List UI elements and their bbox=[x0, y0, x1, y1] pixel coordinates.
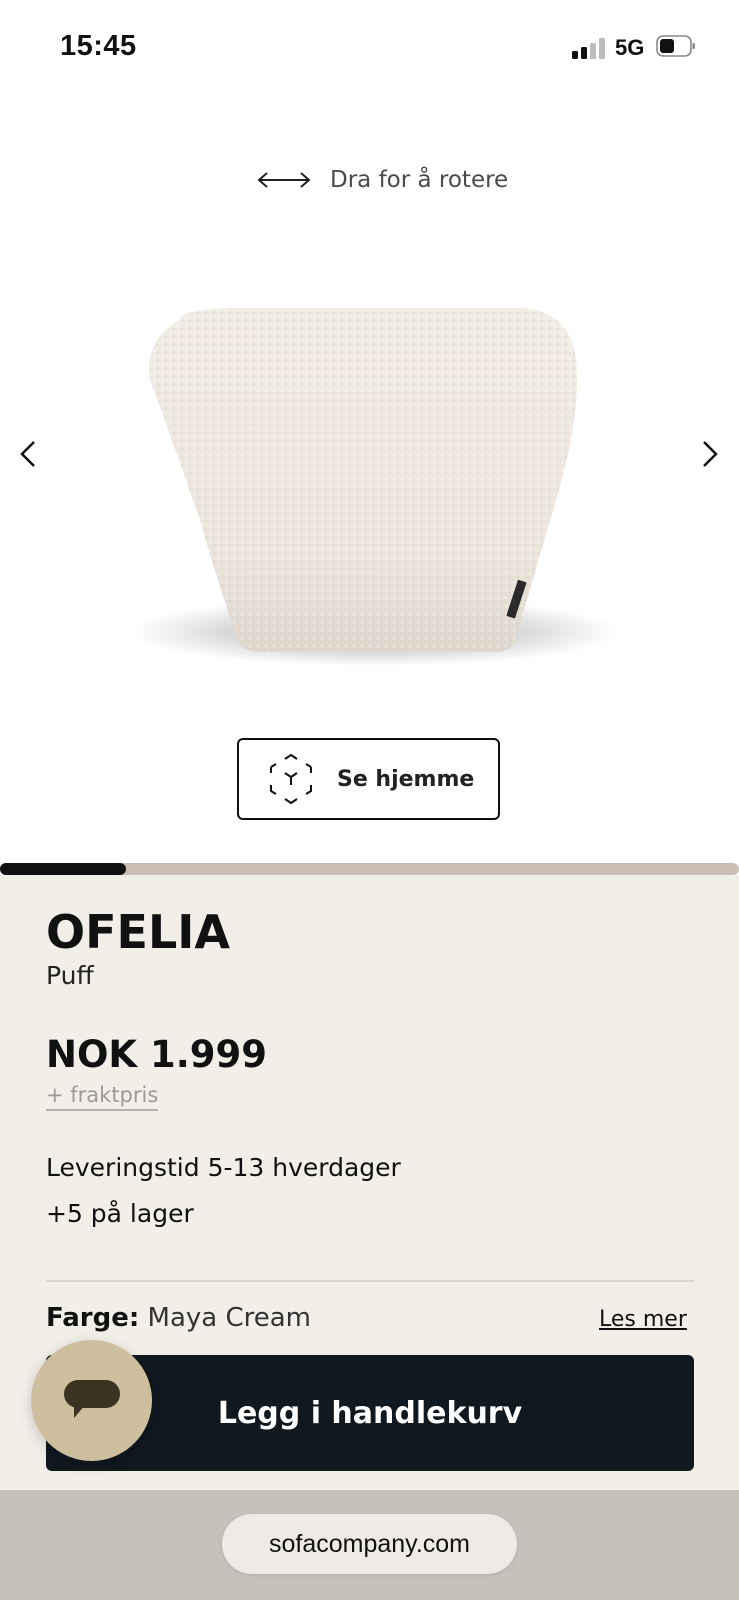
battery-icon bbox=[656, 35, 695, 57]
browser-bar: sofacompany.com bbox=[0, 1490, 739, 1600]
rotate-hint-text: Dra for å rotere bbox=[330, 167, 509, 193]
rotate-hint: Dra for å rotere bbox=[256, 160, 508, 200]
divider bbox=[46, 1280, 694, 1282]
color-value: Maya Cream bbox=[147, 1303, 311, 1333]
chat-button[interactable] bbox=[31, 1340, 152, 1461]
gallery-progress-fill bbox=[0, 863, 126, 875]
see-at-home-label: Se hjemme bbox=[337, 766, 475, 792]
delivery-time: Leveringstid 5-13 hverdager bbox=[46, 1153, 401, 1182]
product-type: Puff bbox=[46, 961, 94, 990]
product-image[interactable] bbox=[120, 300, 630, 680]
read-more-link[interactable]: Les mer bbox=[599, 1307, 687, 1332]
status-time: 15:45 bbox=[60, 30, 137, 62]
chevron-left-icon[interactable] bbox=[14, 434, 44, 474]
gallery-progress-bar bbox=[0, 863, 739, 875]
chevron-right-icon[interactable] bbox=[694, 434, 724, 474]
ar-cube-icon bbox=[270, 753, 312, 805]
color-row: Farge: Maya Cream bbox=[46, 1303, 311, 1333]
stock-status: +5 på lager bbox=[46, 1199, 194, 1228]
chat-icon bbox=[63, 1379, 120, 1418]
see-at-home-button[interactable]: Se hjemme bbox=[237, 738, 500, 820]
color-label: Farge: bbox=[46, 1303, 140, 1333]
shipping-price-link[interactable]: + fraktpris bbox=[46, 1083, 159, 1111]
url-bar[interactable]: sofacompany.com bbox=[222, 1514, 517, 1574]
rotate-arrows-icon bbox=[257, 172, 311, 188]
product-name: OFELIA bbox=[46, 905, 230, 959]
status-bar: 15:45 5G bbox=[0, 0, 739, 96]
signal-icon bbox=[572, 37, 606, 59]
network-label: 5G bbox=[615, 35, 645, 60]
add-to-cart-label: Legg i handlekurv bbox=[217, 1395, 523, 1431]
product-price: NOK 1.999 bbox=[46, 1033, 268, 1076]
